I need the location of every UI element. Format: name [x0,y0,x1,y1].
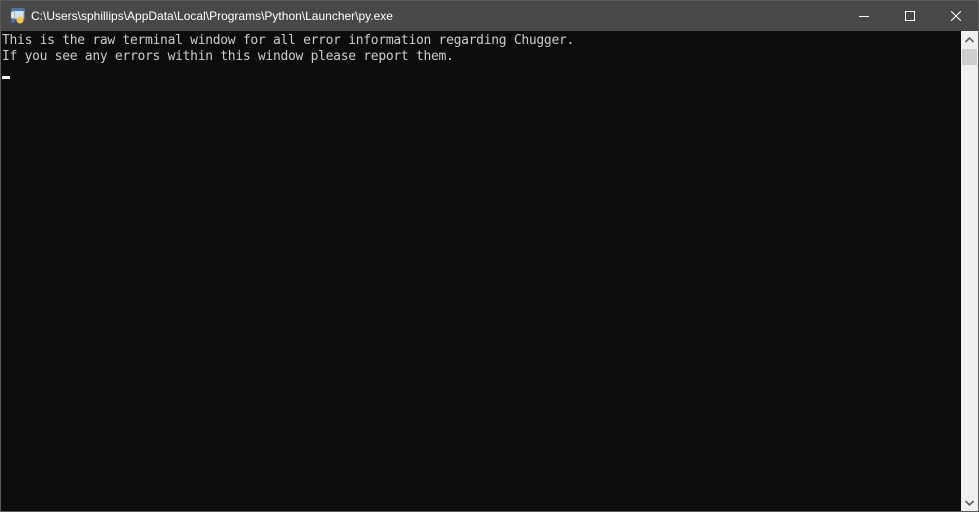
minimize-button[interactable] [841,1,887,31]
title-bar[interactable]: C:\Users\sphillips\AppData\Local\Program… [1,1,978,31]
scroll-up-button[interactable] [961,31,978,48]
close-icon [951,11,961,21]
maximize-icon [905,11,915,21]
chevron-down-icon [965,499,974,506]
python-launcher-icon[interactable] [9,8,25,24]
scroll-thumb[interactable] [962,49,977,65]
terminal-line: If you see any errors within this window… [2,49,454,64]
vertical-scrollbar[interactable] [961,31,978,511]
console-window: C:\Users\sphillips\AppData\Local\Program… [0,0,979,512]
scroll-down-button[interactable] [961,494,978,511]
maximize-button[interactable] [887,1,933,31]
terminal-output[interactable]: This is the raw terminal window for all … [1,31,961,511]
terminal-line: This is the raw terminal window for all … [2,33,575,48]
text-cursor [2,76,10,79]
chevron-up-icon [965,36,974,43]
close-button[interactable] [933,1,979,31]
minimize-icon [859,16,869,17]
window-title: C:\Users\sphillips\AppData\Local\Program… [31,9,393,23]
